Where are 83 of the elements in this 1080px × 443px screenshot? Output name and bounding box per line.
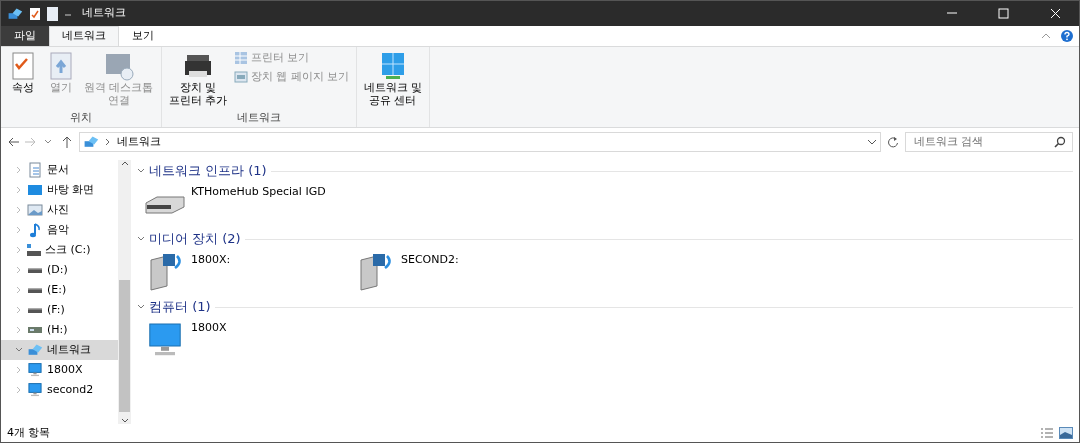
ribbon-button[interactable]: 네트워크 및 공유 센터 — [360, 49, 425, 110]
expanded-icon[interactable] — [15, 346, 23, 354]
dropdown-icon — [867, 138, 877, 146]
web-page-icon — [234, 69, 248, 84]
status-text: 4개 항목 — [7, 424, 51, 441]
nav-item[interactable]: 네트워크 — [1, 340, 118, 360]
group-label: 위치 — [68, 110, 93, 126]
group-header[interactable]: 미디어 장치 (2) — [149, 229, 241, 249]
picture-icon — [27, 202, 43, 218]
expand-icon[interactable] — [15, 386, 23, 394]
expand-icon[interactable] — [15, 306, 23, 314]
forward-icon[interactable] — [25, 136, 37, 148]
search-box[interactable]: 네트워크 검색 — [905, 132, 1073, 152]
large-icons-view-icon[interactable] — [1059, 427, 1073, 439]
computer-icon — [27, 362, 43, 378]
ribbon-button[interactable]: 속성 — [5, 49, 41, 110]
scroll-down-icon — [120, 418, 129, 424]
group-header[interactable]: 컴퓨터 (1) — [149, 297, 211, 317]
nav-item[interactable]: 1800X — [1, 360, 118, 380]
nav-item[interactable]: second2 — [1, 380, 118, 400]
collapse-ribbon-icon[interactable] — [1041, 32, 1051, 40]
expand-icon[interactable] — [15, 286, 23, 294]
nav-item[interactable]: (F:) — [1, 300, 118, 320]
nav-item[interactable]: (D:) — [1, 260, 118, 280]
ribbon-button[interactable]: 장치 및 프린터 추가 — [165, 49, 230, 110]
usb-drive-icon — [28, 327, 42, 333]
remote-monitor-icon — [103, 51, 134, 81]
drive-icon — [28, 287, 42, 293]
expand-icon[interactable] — [15, 206, 23, 214]
nav-item[interactable]: 사진 — [1, 200, 118, 220]
help-icon[interactable] — [1061, 30, 1073, 42]
group-label: 네트워크 — [235, 110, 282, 126]
grid-icon — [234, 51, 248, 66]
refresh-icon[interactable] — [887, 136, 899, 148]
collapse-icon[interactable] — [137, 235, 145, 243]
group-header[interactable]: 네트워크 인프라 (1) — [149, 161, 267, 181]
scroll-up-icon — [120, 160, 129, 166]
music-note-icon — [27, 222, 43, 238]
back-icon[interactable] — [7, 136, 19, 148]
expand-icon[interactable] — [15, 266, 23, 274]
chevron-icon — [105, 138, 111, 146]
details-view-icon[interactable] — [1039, 427, 1054, 439]
ribbon-tab[interactable]: 보기 — [119, 26, 167, 46]
address-bar[interactable]: 네트워크 — [79, 132, 881, 152]
item-label[interactable]: 1800X — [191, 320, 227, 362]
expand-icon[interactable] — [15, 166, 23, 174]
nav-item[interactable]: 문서 — [1, 160, 118, 180]
nav-item[interactable]: (E:) — [1, 280, 118, 300]
nav-item[interactable]: 음악 — [1, 220, 118, 240]
document-icon — [27, 162, 43, 178]
scrollbar-thumb[interactable] — [119, 280, 130, 412]
collapse-icon[interactable] — [137, 303, 145, 311]
router-icon — [145, 196, 185, 214]
window-title: 네트워크 — [82, 5, 126, 22]
desktop-icon — [27, 182, 43, 198]
computer-icon — [27, 382, 43, 398]
expand-icon[interactable] — [15, 186, 23, 194]
drive-icon — [28, 307, 42, 313]
search-icon — [1054, 136, 1066, 148]
collapse-icon[interactable] — [137, 167, 145, 175]
scrollbar[interactable] — [118, 160, 131, 424]
drive-icon — [28, 267, 42, 273]
breadcrumb[interactable]: 네트워크 — [117, 133, 161, 151]
expand-icon[interactable] — [15, 366, 23, 374]
document-icon — [47, 6, 58, 21]
nav-item[interactable]: 스크 (C:) — [1, 240, 118, 260]
ribbon-tab[interactable]: 파일 — [1, 26, 49, 46]
expand-icon[interactable] — [15, 226, 23, 234]
expand-icon[interactable] — [15, 246, 23, 254]
up-icon[interactable] — [61, 136, 73, 148]
item-label[interactable]: SECOND2: — [401, 252, 459, 294]
item-label[interactable]: KTHomeHub Special IGD — [191, 184, 326, 226]
maximize-icon[interactable] — [998, 8, 1010, 19]
expand-icon[interactable] — [15, 326, 23, 334]
item-label[interactable]: 1800X: — [191, 252, 231, 294]
close-icon[interactable] — [1050, 8, 1062, 19]
nav-item[interactable]: (H:) — [1, 320, 118, 340]
drive-icon — [27, 244, 41, 256]
network-icon — [27, 342, 43, 358]
network-icon — [83, 134, 99, 150]
ribbon-tab[interactable]: 네트워크 — [49, 26, 119, 46]
nav-item[interactable]: 바탕 화면 — [1, 180, 118, 200]
checklist-icon — [29, 6, 41, 21]
